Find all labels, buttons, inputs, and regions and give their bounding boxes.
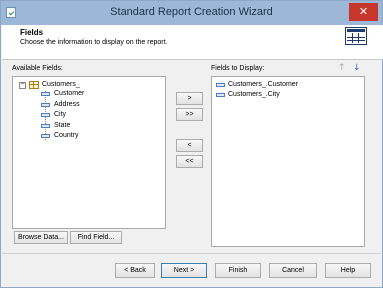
wizard-header: Fields Choose the information to display… (2, 25, 383, 60)
tree-field-item[interactable]: State (54, 122, 70, 129)
collapse-expander[interactable]: − (19, 81, 26, 89)
tree-field-item[interactable]: Customer (54, 90, 84, 97)
title-bar[interactable]: Standard Report Creation Wizard ✕ (1, 1, 382, 25)
field-icon (216, 83, 225, 87)
close-button[interactable]: ✕ (349, 3, 378, 21)
footer-divider (2, 253, 383, 254)
move-up-icon[interactable]: ↑ (338, 63, 346, 73)
available-fields-label: Available Fields: (12, 65, 63, 72)
display-field-item[interactable]: Customers_.Customer (228, 81, 298, 88)
tree-field-item[interactable]: City (54, 111, 66, 118)
finish-button[interactable]: Finish (215, 263, 261, 278)
field-icon (41, 103, 50, 107)
table-icon (29, 81, 39, 89)
field-icon (216, 93, 225, 97)
page-title: Fields (20, 28, 44, 37)
report-table-icon (345, 27, 367, 45)
add-field-button[interactable]: > (176, 92, 203, 105)
tree-field-item[interactable]: Country (54, 132, 79, 139)
help-button[interactable]: Help (325, 263, 371, 278)
browse-data-button[interactable]: Browse Data... (14, 231, 68, 244)
display-field-item[interactable]: Customers_.City (228, 91, 280, 98)
fields-to-display-label: Fields to Display: (211, 65, 265, 72)
move-down-icon[interactable]: ↓ (353, 63, 361, 73)
remove-field-button[interactable]: < (176, 139, 203, 152)
tree-field-item[interactable]: Address (54, 101, 80, 108)
page-subtitle: Choose the information to display on the… (20, 39, 168, 46)
tree-table-item[interactable]: Customers_ (42, 81, 80, 88)
field-icon (41, 92, 50, 96)
window-title: Standard Report Creation Wizard (110, 6, 273, 18)
find-field-button[interactable]: Find Field... (70, 231, 122, 244)
app-icon (6, 7, 16, 18)
back-button[interactable]: < Back (115, 263, 155, 278)
next-button[interactable]: Next > (161, 263, 207, 278)
field-icon (41, 113, 50, 117)
cancel-button[interactable]: Cancel (269, 263, 317, 278)
field-icon (41, 134, 50, 138)
wizard-window: Standard Report Creation Wizard ✕ Fields… (0, 0, 383, 288)
field-icon (41, 124, 50, 128)
fields-to-display-list[interactable]: Customers_.Customer Customers_.City (211, 76, 365, 247)
add-all-fields-button[interactable]: >> (176, 108, 203, 121)
remove-all-fields-button[interactable]: << (176, 155, 203, 168)
available-fields-tree[interactable]: − Customers_ Customer Address City State… (12, 76, 166, 229)
